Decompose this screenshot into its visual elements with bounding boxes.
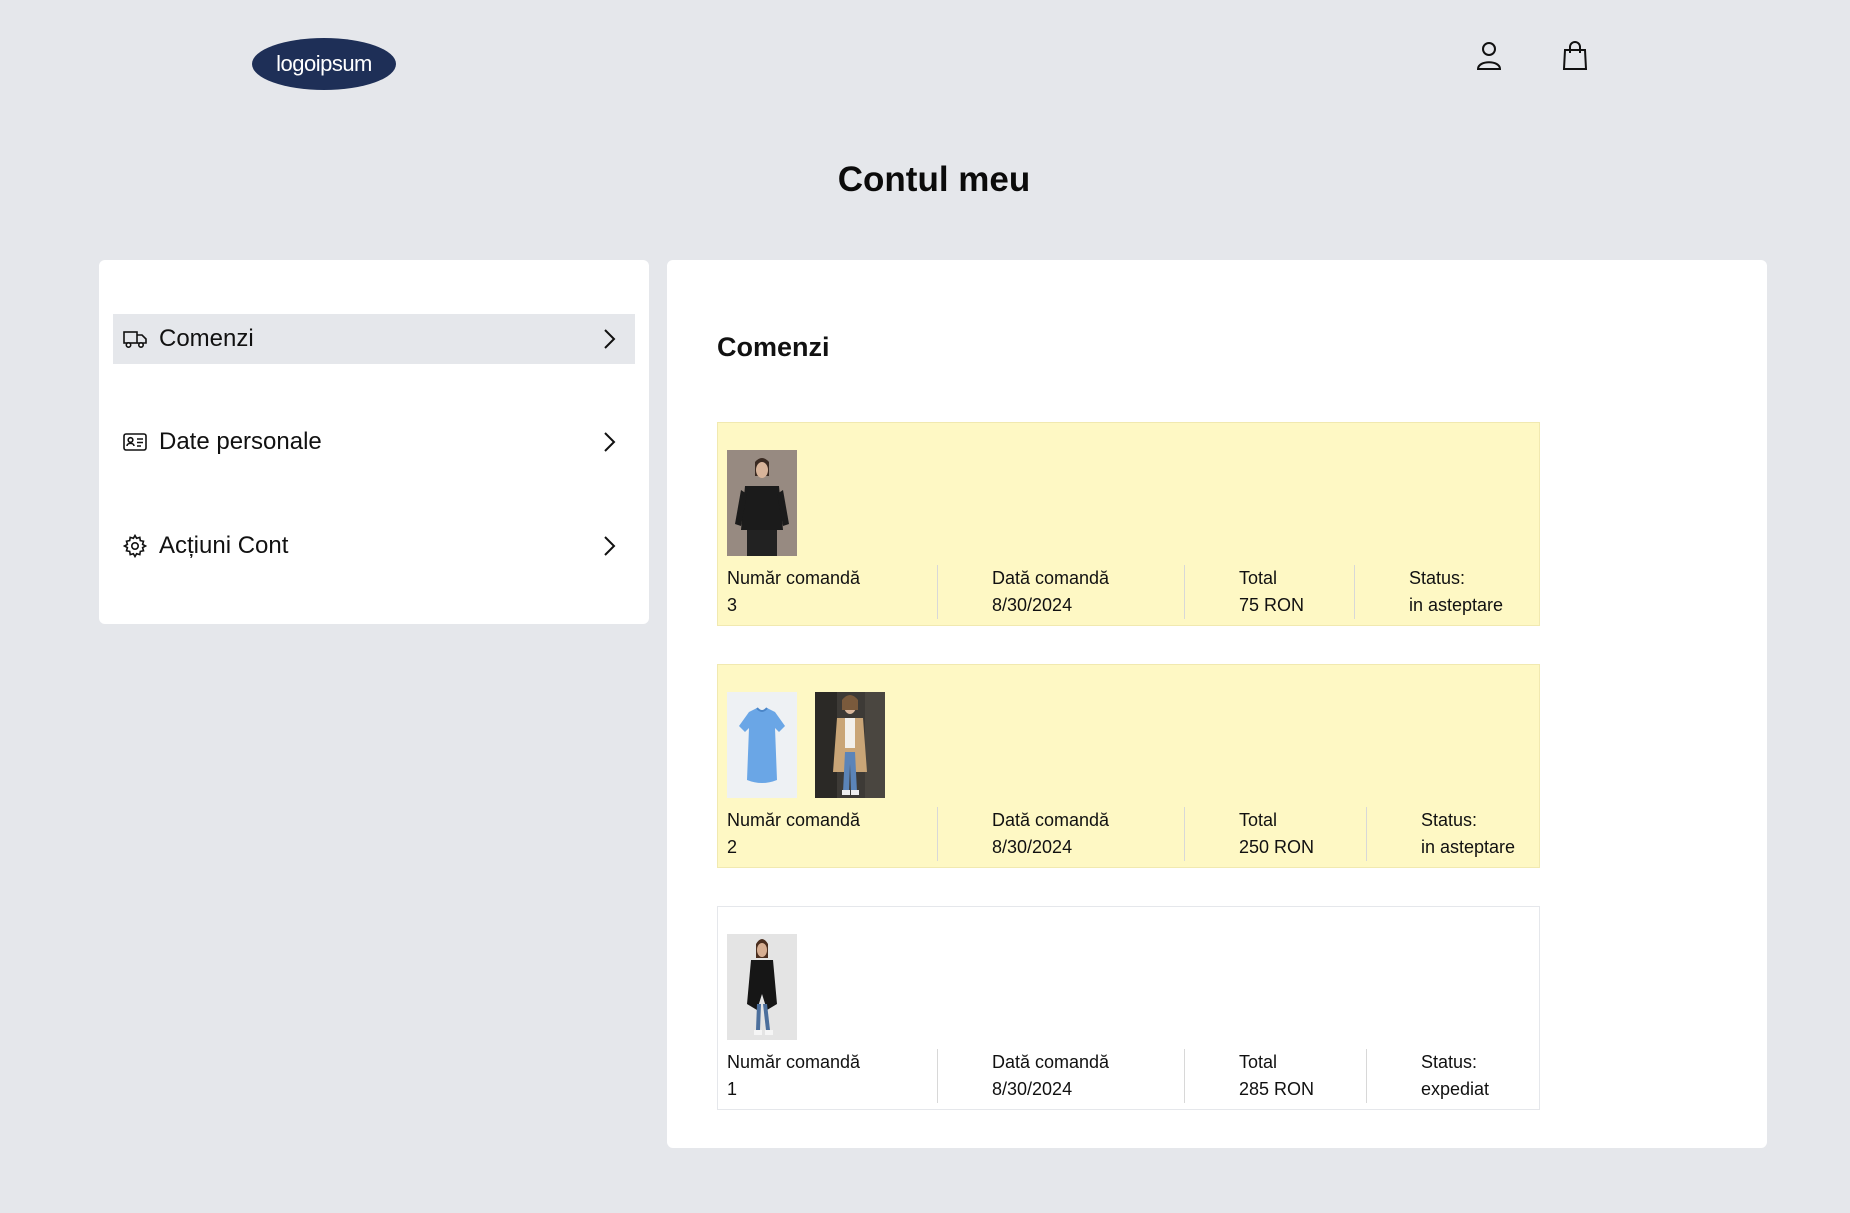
order-details: Număr comandă 2 Dată comandă 8/30/2024 T…: [718, 807, 1539, 861]
order-card[interactable]: Număr comandă 3 Dată comandă 8/30/2024 T…: [717, 422, 1540, 626]
order-number: Număr comandă 1: [727, 1049, 860, 1103]
order-date: Dată comandă 8/30/2024: [992, 565, 1109, 619]
order-thumbnails: [727, 692, 885, 798]
order-date-label: Dată comandă: [992, 1052, 1110, 1072]
divider: [1354, 565, 1355, 619]
product-image-black-blouse[interactable]: [727, 450, 797, 556]
order-number-value: 2: [727, 837, 738, 857]
order-status-label: Status:: [1409, 568, 1466, 588]
order-total: Total 250 RON: [1239, 807, 1314, 861]
order-status: Status: in asteptare: [1409, 565, 1503, 619]
account-sidebar: Comenzi Date personale Acțiuni Cont: [99, 260, 649, 624]
divider: [1184, 807, 1185, 861]
order-status-label: Status:: [1421, 810, 1478, 830]
order-status: Status: expediat: [1421, 1049, 1489, 1103]
divider: [1366, 1049, 1367, 1103]
order-number-label: Număr comandă: [727, 1052, 861, 1072]
sidebar-item-label: Date personale: [159, 428, 322, 455]
divider: [1184, 1049, 1185, 1103]
order-thumbnails: [727, 934, 797, 1040]
order-total-label: Total: [1239, 568, 1278, 588]
order-status: Status: in asteptare: [1421, 807, 1515, 861]
product-image-black-coat[interactable]: [727, 934, 797, 1040]
chevron-right-icon: [593, 323, 625, 355]
order-total-label: Total: [1239, 810, 1278, 830]
user-icon[interactable]: [1471, 38, 1507, 74]
order-details: Număr comandă 1 Dată comandă 8/30/2024 T…: [718, 1049, 1539, 1103]
divider: [937, 1049, 938, 1103]
order-number-label: Număr comandă: [727, 810, 861, 830]
divider: [1366, 807, 1367, 861]
orders-panel: Comenzi Număr comandă 3 Dată comandă 8/3…: [667, 260, 1767, 1148]
logo-text: logoipsum: [276, 51, 372, 76]
order-card[interactable]: Număr comandă 2 Dată comandă 8/30/2024 T…: [717, 664, 1540, 868]
order-date-label: Dată comandă: [992, 810, 1110, 830]
order-date-value: 8/30/2024: [992, 595, 1073, 615]
product-image-trench-coat[interactable]: [815, 692, 885, 798]
order-card[interactable]: Număr comandă 1 Dată comandă 8/30/2024 T…: [717, 906, 1540, 1110]
sidebar-item-label: Comenzi: [159, 325, 254, 352]
order-status-value: in asteptare: [1421, 837, 1516, 857]
section-title: Comenzi: [717, 332, 830, 362]
sidebar-item-actiuni-cont[interactable]: Acțiuni Cont: [113, 521, 635, 571]
order-number: Număr comandă 2: [727, 807, 860, 861]
order-number-value: 1: [727, 1079, 738, 1099]
order-total-value: 250 RON: [1239, 837, 1315, 857]
product-image-blue-tshirt[interactable]: [727, 692, 797, 798]
order-total: Total 285 RON: [1239, 1049, 1314, 1103]
sidebar-item-label: Acțiuni Cont: [159, 532, 289, 559]
order-date-value: 8/30/2024: [992, 1079, 1073, 1099]
order-status-value: in asteptare: [1409, 595, 1504, 615]
logo[interactable]: logoipsum: [252, 38, 396, 90]
truck-icon: [121, 325, 149, 353]
divider: [937, 565, 938, 619]
order-date-label: Dată comandă: [992, 568, 1110, 588]
order-number: Număr comandă 3: [727, 565, 860, 619]
order-total-label: Total: [1239, 1052, 1278, 1072]
order-date-value: 8/30/2024: [992, 837, 1073, 857]
order-date: Dată comandă 8/30/2024: [992, 1049, 1109, 1103]
id-card-icon: [121, 428, 149, 456]
order-total-value: 285 RON: [1239, 1079, 1315, 1099]
shopping-bag-icon[interactable]: [1557, 38, 1593, 74]
order-total: Total 75 RON: [1239, 565, 1304, 619]
order-status-label: Status:: [1421, 1052, 1478, 1072]
order-date: Dată comandă 8/30/2024: [992, 807, 1109, 861]
chevron-right-icon: [593, 530, 625, 562]
sidebar-item-date-personale[interactable]: Date personale: [113, 417, 635, 467]
order-number-value: 3: [727, 595, 738, 615]
sidebar-item-comenzi[interactable]: Comenzi: [113, 314, 635, 364]
divider: [1184, 565, 1185, 619]
order-thumbnails: [727, 450, 797, 556]
chevron-right-icon: [593, 426, 625, 458]
order-status-value: expediat: [1421, 1079, 1490, 1099]
order-details: Număr comandă 3 Dată comandă 8/30/2024 T…: [718, 565, 1539, 619]
page-title: Contul meu: [837, 160, 1031, 199]
order-number-label: Număr comandă: [727, 568, 861, 588]
gear-icon: [121, 532, 149, 560]
divider: [937, 807, 938, 861]
site-header: logoipsum: [0, 0, 1850, 120]
order-total-value: 75 RON: [1239, 595, 1305, 615]
